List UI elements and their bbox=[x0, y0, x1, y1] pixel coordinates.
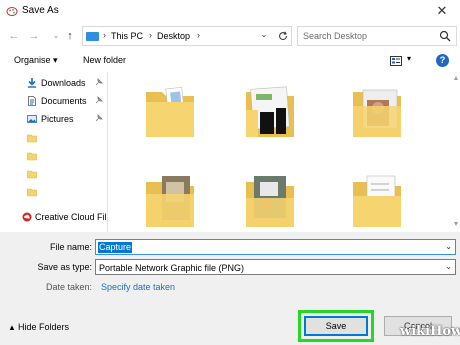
sidebar-item-label: Downloads bbox=[41, 78, 86, 88]
save-as-type-value: Portable Network Graphic file (PNG) bbox=[99, 263, 245, 273]
view-options-icon[interactable] bbox=[390, 56, 402, 66]
window-title: Save As bbox=[22, 5, 59, 16]
wikihow-watermark: wikiHow bbox=[400, 324, 460, 339]
hide-folders-button[interactable]: ▲ Hide Folders bbox=[8, 322, 69, 332]
title-bar: Save As ✕ bbox=[0, 0, 460, 22]
forward-arrow-icon[interactable]: → bbox=[26, 28, 42, 44]
sidebar-item-label: Creative Cloud Fil bbox=[35, 212, 107, 222]
file-name-label: File name: bbox=[49, 242, 92, 252]
folder-item[interactable] bbox=[246, 82, 294, 137]
folder-icon[interactable] bbox=[27, 187, 37, 197]
pin-icon bbox=[95, 96, 103, 104]
date-taken-label: Date taken: bbox=[45, 282, 92, 292]
folder-item[interactable] bbox=[353, 82, 401, 137]
hide-folders-label: Hide Folders bbox=[18, 322, 70, 332]
watermark-part2: How bbox=[430, 324, 460, 339]
breadcrumb-this-pc[interactable]: This PC bbox=[111, 31, 143, 41]
computer-icon bbox=[86, 32, 99, 41]
download-icon bbox=[28, 78, 36, 88]
path-separator: › bbox=[103, 30, 106, 40]
navigation-pane: Downloads Documents Pictures Creative Cl… bbox=[0, 72, 108, 232]
folder-item[interactable] bbox=[353, 172, 401, 227]
save-form-panel: File name: Capture ⌄ Save as type: Porta… bbox=[0, 232, 460, 345]
search-box[interactable] bbox=[297, 26, 457, 46]
pin-icon bbox=[95, 114, 103, 122]
chevron-down-icon[interactable]: ⌄ bbox=[445, 242, 452, 251]
search-input[interactable] bbox=[303, 28, 433, 44]
folder-item[interactable] bbox=[146, 82, 194, 137]
new-folder-button[interactable]: New folder bbox=[83, 55, 126, 65]
folder-item[interactable] bbox=[146, 172, 194, 227]
chevron-up-icon: ▲ bbox=[8, 323, 16, 332]
pictures-icon bbox=[27, 115, 37, 123]
sidebar-item-label: Documents bbox=[41, 96, 87, 106]
view-dropdown-icon[interactable]: ▾ bbox=[407, 54, 411, 63]
save-button[interactable]: Save bbox=[304, 316, 368, 336]
documents-icon bbox=[28, 96, 36, 106]
file-list bbox=[108, 72, 460, 232]
chevron-down-icon[interactable]: ⌄ bbox=[445, 262, 452, 271]
back-arrow-icon[interactable]: ← bbox=[6, 28, 22, 44]
close-icon[interactable]: ✕ bbox=[432, 1, 452, 21]
sidebar-item-documents[interactable]: Documents bbox=[0, 93, 107, 109]
up-arrow-icon[interactable]: ↑ bbox=[62, 28, 78, 44]
specify-date-link[interactable]: Specify date taken bbox=[101, 282, 175, 292]
folder-icon[interactable] bbox=[27, 133, 37, 143]
folder-icon[interactable] bbox=[27, 151, 37, 161]
sidebar-item-label: Pictures bbox=[41, 114, 74, 124]
file-name-value: Capture bbox=[98, 242, 133, 253]
paint-app-icon bbox=[6, 7, 18, 16]
pin-icon bbox=[95, 78, 103, 86]
creative-cloud-icon bbox=[22, 212, 32, 222]
address-bar: ← → ⌄ ↑ › This PC › Desktop › ⌄ bbox=[0, 22, 460, 50]
sidebar-item-downloads[interactable]: Downloads bbox=[0, 75, 107, 91]
path-separator: › bbox=[149, 30, 152, 40]
organise-button[interactable]: Organise ▾ bbox=[14, 55, 58, 66]
breadcrumb-desktop[interactable]: Desktop bbox=[157, 31, 190, 41]
path-dropdown-icon[interactable]: ⌄ bbox=[257, 26, 271, 44]
vertical-scrollbar[interactable] bbox=[454, 76, 458, 226]
folder-icon[interactable] bbox=[27, 169, 37, 179]
file-name-field[interactable]: Capture ⌄ bbox=[95, 239, 456, 255]
save-as-type-select[interactable]: Portable Network Graphic file (PNG) ⌄ bbox=[95, 259, 456, 275]
command-bar: Organise ▾ New folder ▾ ? bbox=[0, 50, 460, 72]
watermark-part1: wiki bbox=[400, 324, 431, 339]
sidebar-item-pictures[interactable]: Pictures bbox=[0, 111, 107, 127]
search-icon bbox=[439, 30, 451, 42]
help-icon[interactable]: ? bbox=[436, 54, 449, 67]
path-separator: › bbox=[197, 30, 200, 40]
folder-item[interactable] bbox=[246, 172, 294, 227]
refresh-icon[interactable] bbox=[277, 30, 289, 42]
save-as-type-label: Save as type: bbox=[37, 262, 92, 272]
sidebar-item-creative-cloud[interactable]: Creative Cloud Fil bbox=[0, 209, 107, 225]
